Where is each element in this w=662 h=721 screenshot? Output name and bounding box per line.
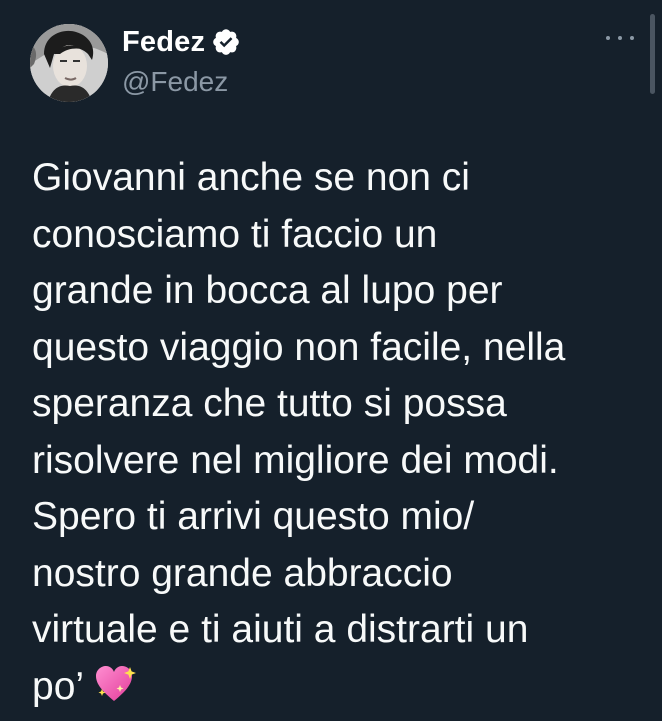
- scrollbar[interactable]: [650, 14, 655, 94]
- dot: [606, 36, 610, 40]
- more-options-icon[interactable]: [606, 28, 634, 48]
- tweet-card: Fedez @Fedez Giovanni anche se non ci co…: [0, 0, 662, 720]
- dot: [630, 36, 634, 40]
- dot: [618, 36, 622, 40]
- author-handle[interactable]: @Fedez: [122, 66, 228, 98]
- author-display-name[interactable]: Fedez: [122, 26, 205, 59]
- tweet-text: Giovanni anche se non ci conosciamo ti f…: [32, 150, 632, 721]
- avatar-photo: [30, 24, 108, 102]
- tweet-body: Giovanni anche se non ci conosciamo ti f…: [32, 156, 565, 708]
- author-name-row: Fedez: [122, 24, 241, 60]
- avatar[interactable]: [30, 24, 108, 102]
- verified-badge-icon: [211, 27, 241, 57]
- sparkling-heart-icon: [94, 663, 138, 721]
